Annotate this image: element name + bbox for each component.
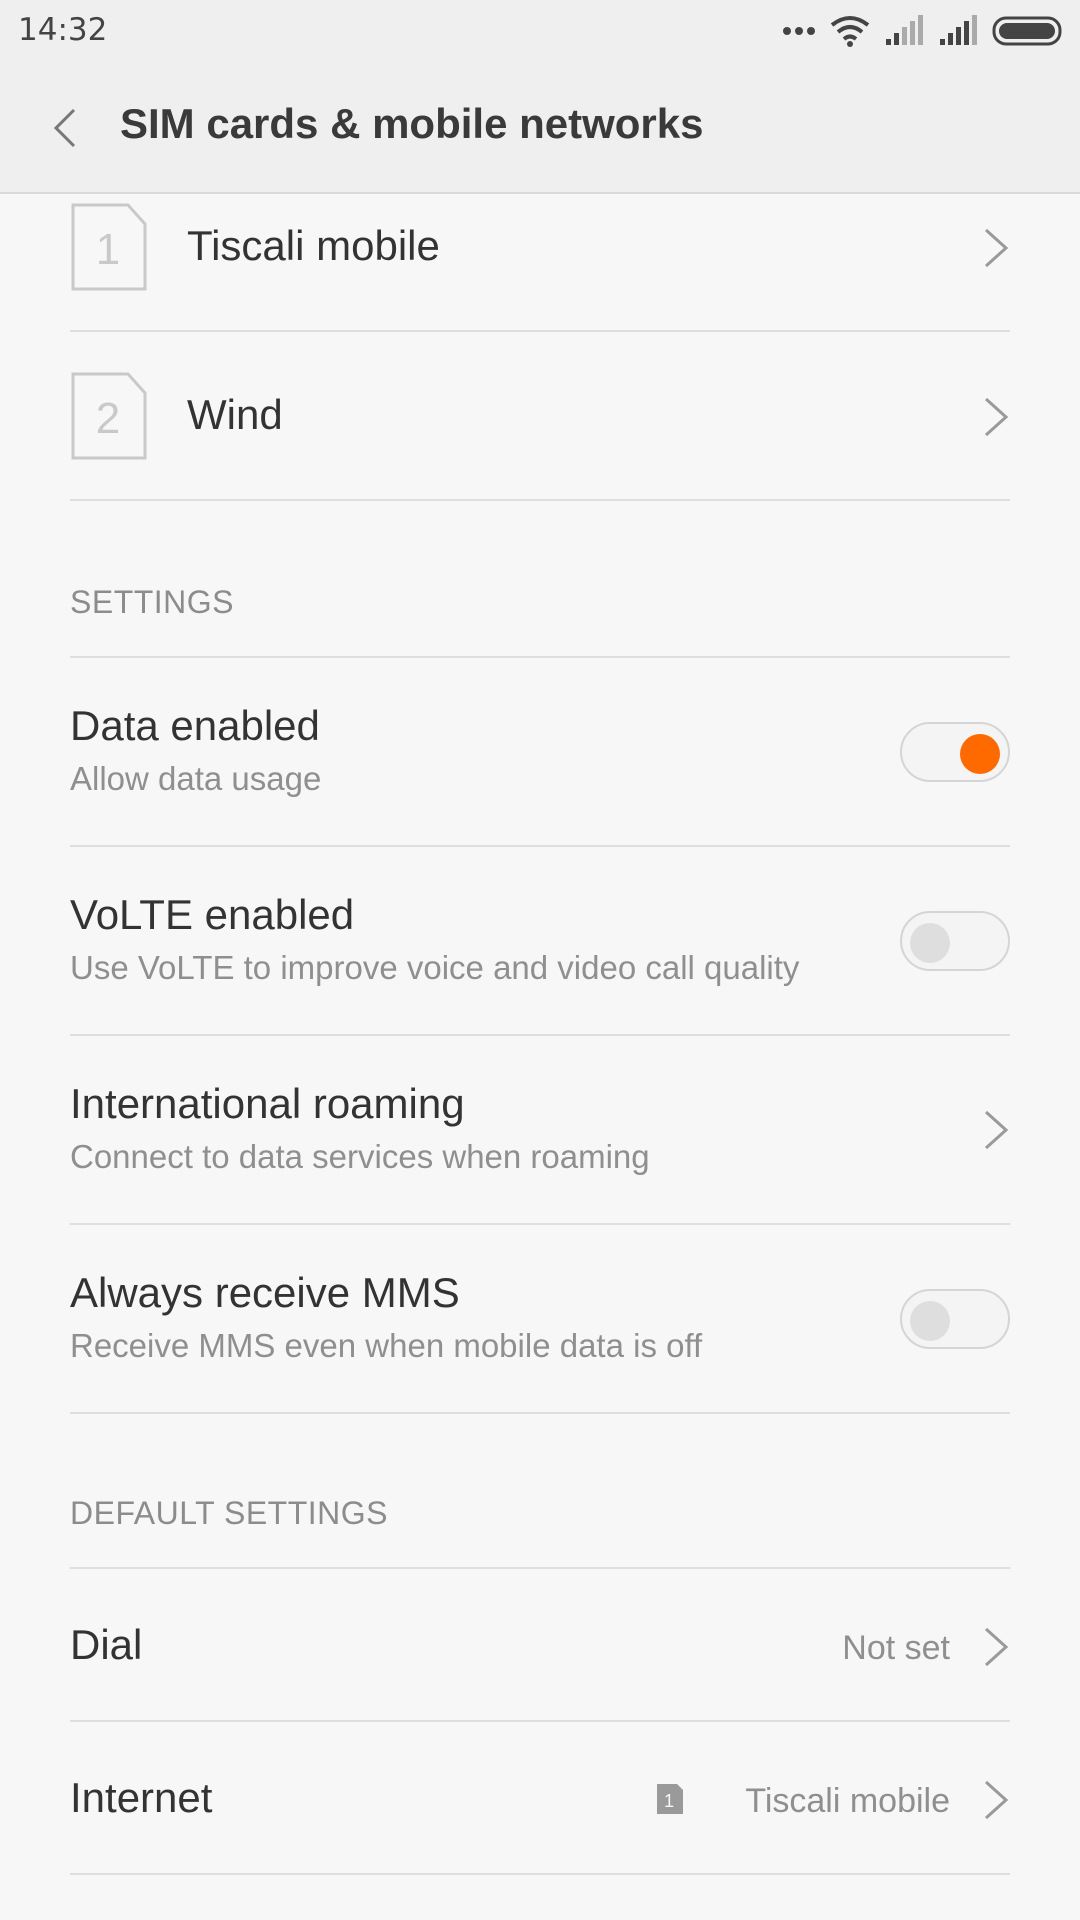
chevron-right-icon xyxy=(984,1627,1009,1667)
chevron-right-icon xyxy=(984,397,1009,437)
sim-card-label: Tiscali mobile xyxy=(187,222,440,269)
back-arrow-icon xyxy=(53,108,76,148)
sim-card-label: Wind xyxy=(187,391,283,438)
default-dial-value: Not set xyxy=(842,1629,950,1667)
row-subtitle: Use VoLTE to improve voice and video cal… xyxy=(70,949,800,986)
row-title: Internet xyxy=(70,1774,213,1821)
sim-card-icon: 1 xyxy=(71,203,147,291)
status-time: 14:32 xyxy=(18,12,108,48)
always-receive-mms-row[interactable]: Always receive MMS Receive MMS even when… xyxy=(70,1225,1010,1414)
switch-knob xyxy=(910,923,950,963)
default-internet-value: Tiscali mobile xyxy=(745,1782,950,1820)
row-title: Dial xyxy=(70,1621,143,1668)
signal-sim2-icon xyxy=(940,15,977,45)
chevron-right-icon xyxy=(984,1780,1009,1820)
row-subtitle: Connect to data services when roaming xyxy=(70,1138,650,1175)
sim-slot-number: 2 xyxy=(96,394,120,443)
sim-card-2-row[interactable]: 2 Wind xyxy=(70,333,1010,501)
data-enabled-switch[interactable] xyxy=(900,722,1010,782)
sim-card-icon: 2 xyxy=(71,372,147,460)
page-title: SIM cards & mobile networks xyxy=(120,100,704,147)
chevron-right-icon xyxy=(984,1110,1009,1150)
wifi-icon xyxy=(830,16,870,47)
switch-knob xyxy=(960,734,1000,774)
always-receive-mms-switch[interactable] xyxy=(900,1289,1010,1349)
sim-badge-icon: 1 xyxy=(657,1784,683,1814)
sim-slot-number: 1 xyxy=(96,225,120,274)
default-dial-row[interactable]: Dial Not set xyxy=(70,1569,1010,1722)
default-internet-row[interactable]: Internet 1 Tiscali mobile xyxy=(70,1722,1010,1875)
row-subtitle: Allow data usage xyxy=(70,760,322,797)
more-dots-icon xyxy=(783,27,815,35)
international-roaming-row[interactable]: International roaming Connect to data se… xyxy=(70,1036,1010,1225)
sim-badge-number: 1 xyxy=(664,1791,674,1811)
status-bar: 14:32 xyxy=(0,0,1080,62)
row-title: VoLTE enabled xyxy=(70,891,355,938)
volte-enabled-switch[interactable] xyxy=(900,911,1010,971)
status-icons xyxy=(782,14,1066,48)
signal-sim1-icon xyxy=(886,15,923,45)
settings-section-header: SETTINGS xyxy=(70,584,235,620)
volte-enabled-row[interactable]: VoLTE enabled Use VoLTE to improve voice… xyxy=(70,847,1010,1036)
row-title: International roaming xyxy=(70,1080,465,1127)
row-title: Data enabled xyxy=(70,702,320,749)
data-enabled-row[interactable]: Data enabled Allow data usage xyxy=(70,658,1010,847)
default-settings-section-header: DEFAULT SETTINGS xyxy=(70,1495,388,1531)
switch-knob xyxy=(910,1301,950,1341)
battery-icon xyxy=(992,16,1062,46)
back-button[interactable] xyxy=(40,98,90,158)
sim-card-1-row[interactable]: 1 Tiscali mobile xyxy=(70,164,1010,332)
row-subtitle: Receive MMS even when mobile data is off xyxy=(70,1327,703,1364)
chevron-right-icon xyxy=(984,228,1009,268)
row-title: Always receive MMS xyxy=(70,1269,460,1316)
